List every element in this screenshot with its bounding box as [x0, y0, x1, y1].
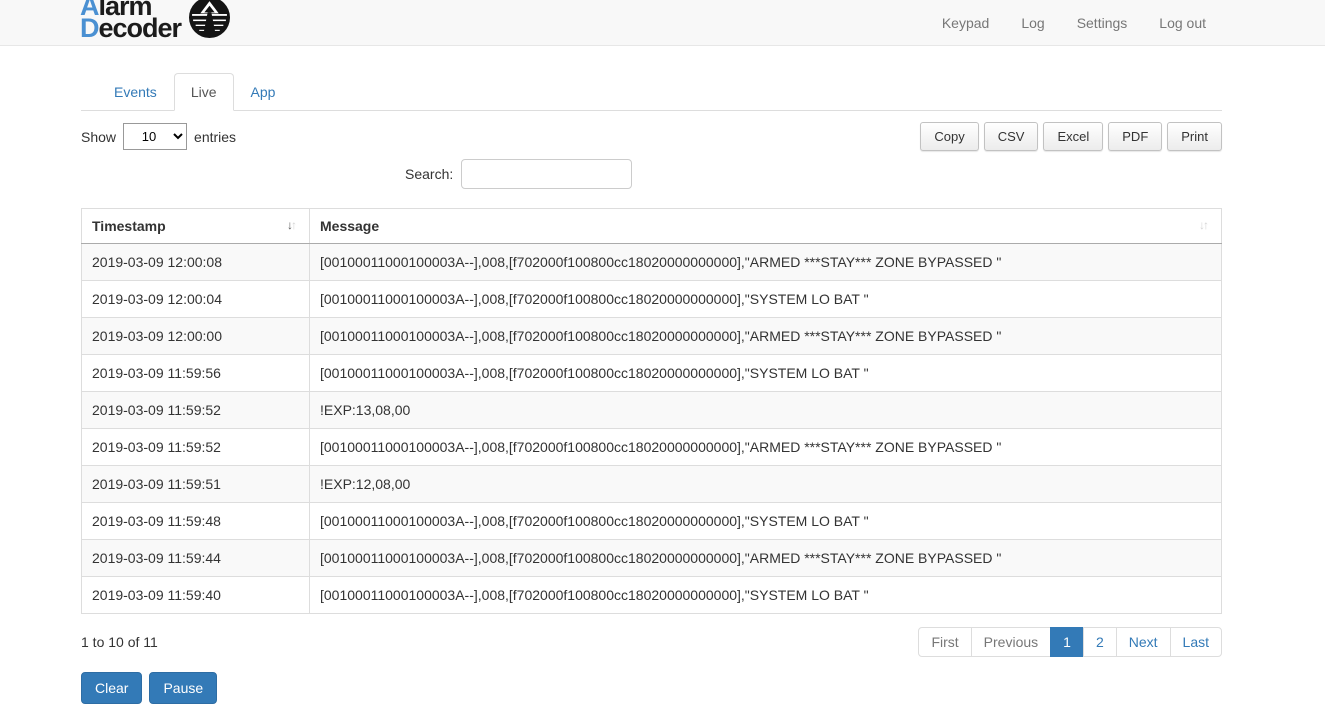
log-table: Timestamp ↓↑ Message ↓↑ 2019-03-09 12:00…: [81, 208, 1222, 614]
cell-timestamp: 2019-03-09 12:00:08: [82, 244, 310, 281]
log-table-body: 2019-03-09 12:00:08 [00100011000100003A-…: [82, 244, 1222, 614]
table-row: 2019-03-09 11:59:48 [00100011000100003A-…: [82, 503, 1222, 540]
nav-link-keypad[interactable]: Keypad: [926, 7, 1005, 39]
brand-logo[interactable]: Alarm Decoder: [80, 0, 230, 39]
column-header-timestamp[interactable]: Timestamp ↓↑: [82, 209, 310, 244]
table-row: 2019-03-09 11:59:52 [00100011000100003A-…: [82, 429, 1222, 466]
cell-message: [00100011000100003A--],008,[f702000f1008…: [310, 281, 1222, 318]
cell-message: !EXP:13,08,00: [310, 392, 1222, 429]
page-length-control: Show 10 entries: [81, 123, 236, 150]
cell-timestamp: 2019-03-09 12:00:00: [82, 318, 310, 355]
pagination-page-1[interactable]: 1: [1050, 627, 1084, 657]
tab-app[interactable]: App: [234, 73, 293, 111]
table-row: 2019-03-09 11:59:51 !EXP:12,08,00: [82, 466, 1222, 503]
cell-message: [00100011000100003A--],008,[f702000f1008…: [310, 318, 1222, 355]
tab-live[interactable]: Live: [174, 73, 234, 111]
cell-message: [00100011000100003A--],008,[f702000f1008…: [310, 355, 1222, 392]
show-label: Show: [81, 129, 116, 145]
message-header-label: Message: [320, 218, 379, 234]
cell-message: [00100011000100003A--],008,[f702000f1008…: [310, 577, 1222, 614]
pdf-button[interactable]: PDF: [1108, 122, 1162, 151]
timestamp-header-label: Timestamp: [92, 218, 166, 234]
page-length-select[interactable]: 10: [123, 123, 187, 150]
pause-button[interactable]: Pause: [149, 672, 217, 704]
print-button[interactable]: Print: [1167, 122, 1222, 151]
cell-timestamp: 2019-03-09 12:00:04: [82, 281, 310, 318]
table-row: 2019-03-09 12:00:08 [00100011000100003A-…: [82, 244, 1222, 281]
sort-unsorted-icon: ↓↑: [1199, 218, 1211, 232]
brand-wordmark: Alarm Decoder: [80, 0, 181, 39]
cell-timestamp: 2019-03-09 11:59:51: [82, 466, 310, 503]
pagination-info: 1 to 10 of 11: [81, 634, 158, 650]
table-row: 2019-03-09 11:59:52 !EXP:13,08,00: [82, 392, 1222, 429]
cell-message: [00100011000100003A--],008,[f702000f1008…: [310, 244, 1222, 281]
table-footer: 1 to 10 of 11 First Previous 1 2 Next La…: [81, 627, 1222, 657]
excel-button[interactable]: Excel: [1043, 122, 1103, 151]
table-row: 2019-03-09 11:59:40 [00100011000100003A-…: [82, 577, 1222, 614]
cell-message: [00100011000100003A--],008,[f702000f1008…: [310, 540, 1222, 577]
search-input[interactable]: [461, 159, 632, 189]
table-row: 2019-03-09 12:00:04 [00100011000100003A-…: [82, 281, 1222, 318]
table-row: 2019-03-09 12:00:00 [00100011000100003A-…: [82, 318, 1222, 355]
search-row: Search:: [81, 159, 1222, 195]
main-content: Events Live App Show 10 entries Copy CSV…: [81, 73, 1222, 704]
csv-button[interactable]: CSV: [984, 122, 1039, 151]
pagination-previous[interactable]: Previous: [971, 627, 1051, 657]
cell-timestamp: 2019-03-09 11:59:56: [82, 355, 310, 392]
column-header-message[interactable]: Message ↓↑: [310, 209, 1222, 244]
cell-timestamp: 2019-03-09 11:59:48: [82, 503, 310, 540]
copy-button[interactable]: Copy: [920, 122, 978, 151]
tab-bar: Events Live App: [81, 73, 1222, 111]
nav-link-settings[interactable]: Settings: [1061, 7, 1144, 39]
pagination: First Previous 1 2 Next Last: [918, 627, 1222, 657]
table-controls: Show 10 entries Copy CSV Excel PDF Print: [81, 122, 1222, 151]
lighthouse-icon: [189, 0, 230, 38]
cell-message: [00100011000100003A--],008,[f702000f1008…: [310, 503, 1222, 540]
cell-message: [00100011000100003A--],008,[f702000f1008…: [310, 429, 1222, 466]
clear-button[interactable]: Clear: [81, 672, 142, 704]
cell-timestamp: 2019-03-09 11:59:44: [82, 540, 310, 577]
table-row: 2019-03-09 11:59:56 [00100011000100003A-…: [82, 355, 1222, 392]
table-row: 2019-03-09 11:59:44 [00100011000100003A-…: [82, 540, 1222, 577]
search-label: Search:: [405, 166, 453, 182]
action-buttons: Clear Pause: [81, 672, 1222, 704]
pagination-page-2[interactable]: 2: [1083, 627, 1117, 657]
cell-timestamp: 2019-03-09 11:59:52: [82, 429, 310, 466]
export-buttons: Copy CSV Excel PDF Print: [915, 122, 1222, 151]
table-header-row: Timestamp ↓↑ Message ↓↑: [82, 209, 1222, 244]
cell-message: !EXP:12,08,00: [310, 466, 1222, 503]
pagination-last[interactable]: Last: [1170, 627, 1222, 657]
navbar-links: Keypad Log Settings Log out: [926, 7, 1222, 39]
sort-desc-icon: ↓↑: [287, 218, 299, 232]
tab-events[interactable]: Events: [97, 73, 174, 111]
nav-link-log[interactable]: Log: [1005, 7, 1060, 39]
cell-timestamp: 2019-03-09 11:59:40: [82, 577, 310, 614]
pagination-first[interactable]: First: [918, 627, 971, 657]
cell-timestamp: 2019-03-09 11:59:52: [82, 392, 310, 429]
pagination-next[interactable]: Next: [1116, 627, 1171, 657]
nav-link-logout[interactable]: Log out: [1143, 7, 1222, 39]
entries-label: entries: [194, 129, 236, 145]
navbar: Alarm Decoder Keypad Log Settings Log ou…: [0, 0, 1325, 46]
